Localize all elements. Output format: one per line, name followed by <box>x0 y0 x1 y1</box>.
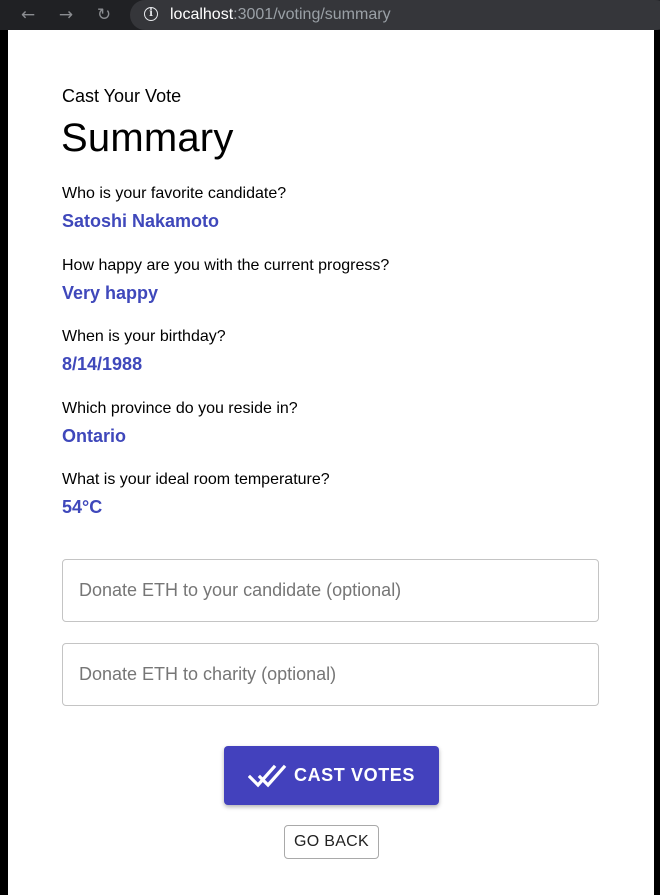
address-bar[interactable]: i localhost:3001/voting/summary <box>130 0 660 30</box>
back-arrow-icon[interactable]: ← <box>16 3 40 27</box>
summary-item: Who is your favorite candidate? Satoshi … <box>62 184 286 232</box>
window-edge-left <box>0 30 8 895</box>
page-title: Summary <box>61 116 234 160</box>
summary-question: What is your ideal room temperature? <box>62 471 330 488</box>
summary-answer: Very happy <box>62 283 159 303</box>
reload-icon[interactable]: ↻ <box>92 3 116 27</box>
summary-item: What is your ideal room temperature? 54°… <box>62 470 330 518</box>
window-edge-right <box>654 30 660 895</box>
double-check-icon <box>247 764 287 787</box>
charity-donation-input[interactable] <box>63 644 598 705</box>
page-content: Cast Your Vote Summary Who is your favor… <box>8 36 654 889</box>
site-info-icon[interactable]: i <box>144 7 158 21</box>
summary-question: How happy are you with the current progr… <box>62 257 390 274</box>
cast-votes-label: CAST VOTES <box>293 765 415 785</box>
go-back-button[interactable]: GO BACK <box>284 825 379 859</box>
url-host: localhost <box>170 6 234 23</box>
candidate-donation-input[interactable] <box>63 560 598 621</box>
url-text[interactable]: localhost:3001/voting/summary <box>170 5 391 25</box>
browser-toolbar: ← → ↻ i localhost:3001/voting/summary <box>0 0 660 30</box>
summary-question: Who is your favorite candidate? <box>62 185 287 202</box>
candidate-donation-field[interactable] <box>62 559 599 622</box>
cast-votes-button[interactable]: CAST VOTES <box>224 746 439 805</box>
summary-question: When is your birthday? <box>62 328 226 345</box>
summary-item: How happy are you with the current progr… <box>62 256 389 304</box>
page-kicker: Cast Your Vote <box>62 86 182 106</box>
summary-answer: Ontario <box>62 426 127 446</box>
summary-item: When is your birthday? 8/14/1988 <box>62 327 226 375</box>
summary-question: Which province do you reside in? <box>62 400 298 417</box>
charity-donation-field[interactable] <box>62 643 599 706</box>
summary-answer: 54°C <box>62 497 103 517</box>
summary-answer: 8/14/1988 <box>62 354 143 374</box>
url-path: :3001/voting/summary <box>233 6 391 23</box>
summary-answer: Satoshi Nakamoto <box>62 211 220 231</box>
forward-arrow-icon[interactable]: → <box>54 3 78 27</box>
summary-item: Which province do you reside in? Ontario <box>62 399 298 447</box>
